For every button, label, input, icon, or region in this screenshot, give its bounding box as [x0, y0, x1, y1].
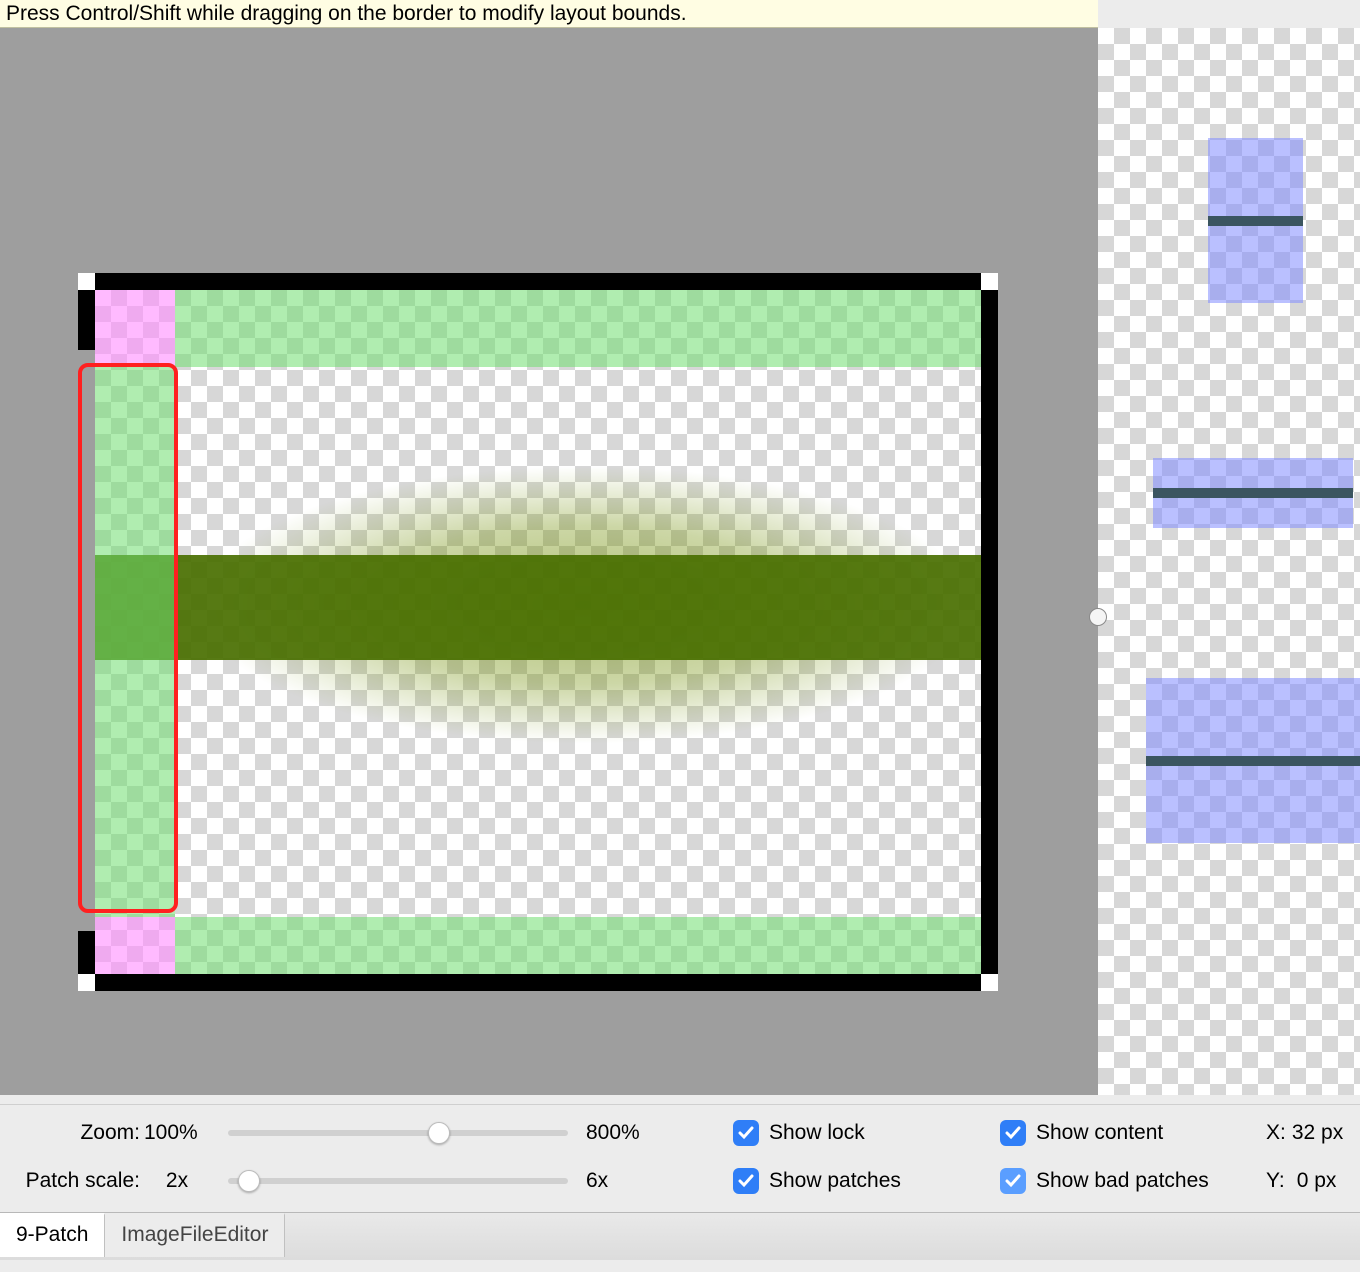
preview-large [1146, 678, 1360, 843]
hint-text: Press Control/Shift while dragging on th… [6, 2, 687, 26]
image-stripe [95, 555, 981, 660]
nine-patch-border-bottom[interactable] [78, 974, 998, 991]
preview-small [1208, 138, 1303, 303]
patch-bottom [175, 917, 981, 974]
zoom-slider[interactable] [228, 1130, 568, 1136]
show-patches-label: Show patches [769, 1169, 901, 1193]
tab-bar: 9-Patch ImageFileEditor [0, 1212, 1360, 1260]
nine-patch-border-right[interactable] [981, 273, 998, 991]
bad-patch-bl [95, 917, 175, 974]
show-patches-checkbox[interactable]: Show patches [733, 1168, 901, 1194]
show-content-label: Show content [1036, 1121, 1163, 1145]
splitter-handle[interactable] [1089, 608, 1107, 626]
show-lock-checkbox[interactable]: Show lock [733, 1120, 865, 1146]
checkbox-checked-icon [1000, 1168, 1026, 1194]
show-content-checkbox[interactable]: Show content [1000, 1120, 1163, 1146]
tab-9patch-label: 9-Patch [16, 1223, 88, 1246]
main-canvas[interactable] [0, 28, 1098, 1095]
bad-patch-tl [95, 290, 175, 367]
selection-outline[interactable] [78, 363, 178, 913]
tab-imagefileeditor-label: ImageFileEditor [121, 1223, 268, 1246]
zoom-slider-thumb[interactable] [428, 1122, 450, 1144]
controls-bar: Zoom: 100% 800% Patch scale: 2x 6x Show … [0, 1104, 1360, 1212]
show-bad-patches-label: Show bad patches [1036, 1169, 1209, 1193]
corner-tl [78, 273, 95, 290]
coord-y-label: Y: [1266, 1169, 1285, 1193]
nine-patch-image[interactable] [78, 273, 998, 991]
corner-br [981, 974, 998, 991]
coord-y-value: 0 px [1297, 1169, 1337, 1193]
preview-panel [1098, 28, 1360, 1095]
patch-top [175, 290, 981, 367]
zoom-label: Zoom: [0, 1121, 140, 1145]
patch-scale-slider[interactable] [228, 1178, 568, 1184]
preview-wide [1153, 458, 1353, 528]
checkbox-checked-icon [733, 1120, 759, 1146]
show-bad-patches-checkbox[interactable]: Show bad patches [1000, 1168, 1209, 1194]
tab-imagefileeditor[interactable]: ImageFileEditor [105, 1213, 285, 1257]
corner-tr [981, 273, 998, 290]
patch-scale-label: Patch scale: [0, 1169, 140, 1193]
checkbox-checked-icon [733, 1168, 759, 1194]
nine-patch-border-top[interactable] [78, 273, 998, 290]
patch-scale-min: 2x [144, 1169, 210, 1193]
corner-bl [78, 974, 95, 991]
patch-scale-max: 6x [586, 1169, 652, 1193]
checkbox-checked-icon [1000, 1120, 1026, 1146]
zoom-min: 100% [144, 1121, 210, 1145]
coord-x-label: X: [1266, 1121, 1286, 1145]
tab-9patch[interactable]: 9-Patch [0, 1213, 105, 1257]
show-lock-label: Show lock [769, 1121, 865, 1145]
patch-scale-slider-thumb[interactable] [238, 1170, 260, 1192]
hint-bar: Press Control/Shift while dragging on th… [0, 0, 1098, 28]
coord-x-value: 32 px [1292, 1121, 1343, 1145]
zoom-max: 800% [586, 1121, 652, 1145]
